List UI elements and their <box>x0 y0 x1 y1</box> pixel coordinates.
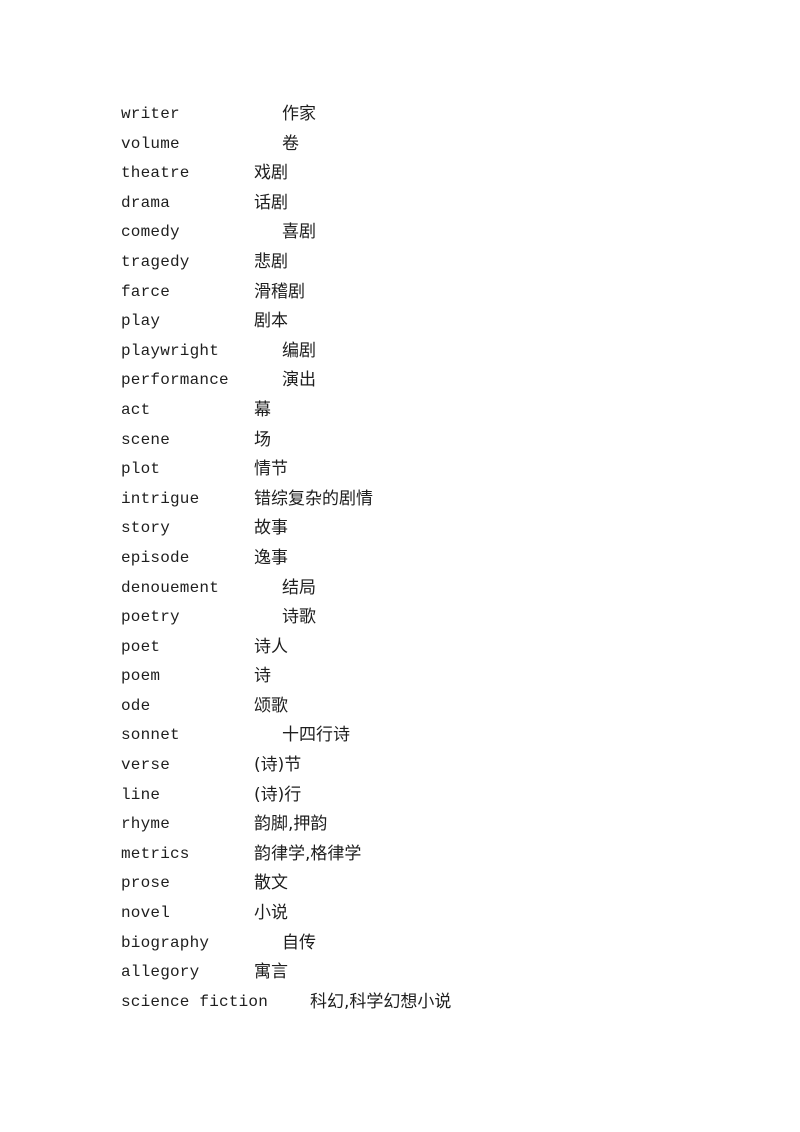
vocab-entry: prose 散文 <box>121 871 621 901</box>
chinese-translation: (诗)行 <box>254 784 302 805</box>
vocab-entry: story 故事 <box>121 516 621 546</box>
chinese-translation: 错综复杂的剧情 <box>254 488 373 509</box>
chinese-translation: 自传 <box>282 932 316 953</box>
english-term: episode <box>121 548 190 567</box>
english-term: poet <box>121 637 161 656</box>
vocab-entry: scene 场 <box>121 428 621 458</box>
english-term: act <box>121 400 151 419</box>
english-term: performance <box>121 371 229 390</box>
document-page: writer 作家 volume 卷 theatre 戏剧 drama 话剧 comedy 喜剧 t… <box>0 0 800 1132</box>
chinese-translation: 幕 <box>254 399 271 420</box>
chinese-translation: 散文 <box>254 873 288 894</box>
vocab-entry: poet 诗人 <box>121 635 621 665</box>
english-term: poem <box>121 667 161 686</box>
english-term: science fiction <box>121 992 269 1011</box>
english-term: farce <box>121 282 171 301</box>
chinese-translation: 剧本 <box>254 311 288 332</box>
vocab-entry: intrigue 错综复杂的剧情 <box>121 487 621 517</box>
chinese-translation: 作家 <box>282 104 316 124</box>
chinese-translation: 演出 <box>282 370 316 391</box>
chinese-translation: 韵律学,格律学 <box>254 843 362 864</box>
vocab-entry: line (诗)行 <box>121 783 621 813</box>
english-term: poetry <box>121 608 180 627</box>
english-term: theatre <box>121 164 190 183</box>
chinese-translation: 滑稽剧 <box>254 281 305 302</box>
chinese-translation: 韵脚,押韵 <box>254 814 328 835</box>
vocab-entry: theatre 戏剧 <box>121 161 621 191</box>
chinese-translation: (诗)节 <box>254 755 302 776</box>
chinese-translation: 寓言 <box>254 962 288 983</box>
vocab-entry: metrics 韵律学,格律学 <box>121 842 621 872</box>
vocab-entry: volume 卷 <box>121 132 621 162</box>
chinese-translation: 科幻,科学幻想小说 <box>310 991 452 1012</box>
english-term: tragedy <box>121 252 190 271</box>
chinese-translation: 悲剧 <box>254 251 288 272</box>
english-term: scene <box>121 430 171 449</box>
vocab-entry: novel 小说 <box>121 901 621 931</box>
english-term: line <box>121 785 161 804</box>
vocab-entry: playwright 编剧 <box>121 339 621 369</box>
vocab-entry: allegory 寓言 <box>121 960 621 990</box>
vocab-entry: science fiction 科幻,科学幻想小说 <box>121 990 621 1020</box>
chinese-translation: 小说 <box>254 903 288 924</box>
english-term: novel <box>121 904 171 923</box>
english-term: rhyme <box>121 815 171 834</box>
vocab-entry: biography 自传 <box>121 931 621 961</box>
english-term: prose <box>121 874 171 893</box>
chinese-translation: 颂歌 <box>254 695 288 716</box>
chinese-translation: 话剧 <box>254 192 288 213</box>
vocab-entry: writer 作家 <box>121 102 621 132</box>
chinese-translation: 情节 <box>254 459 288 480</box>
english-term: ode <box>121 696 151 715</box>
english-term: writer <box>121 105 180 123</box>
chinese-translation: 编剧 <box>282 340 316 361</box>
vocab-entry: performance 演出 <box>121 368 621 398</box>
english-term: metrics <box>121 844 190 863</box>
chinese-translation: 逸事 <box>254 547 288 568</box>
chinese-translation: 喜剧 <box>282 222 316 243</box>
english-term: denouement <box>121 578 220 597</box>
english-term: play <box>121 312 161 331</box>
english-term: comedy <box>121 223 180 242</box>
vocab-entry: act 幕 <box>121 398 621 428</box>
vocab-entry: farce 滑稽剧 <box>121 280 621 310</box>
vocab-entry: verse (诗)节 <box>121 753 621 783</box>
vocab-entry: rhyme 韵脚,押韵 <box>121 812 621 842</box>
english-term: allegory <box>121 963 200 982</box>
vocab-entry: episode 逸事 <box>121 546 621 576</box>
vocab-entry: poem 诗 <box>121 664 621 694</box>
vocab-entry: poetry 诗歌 <box>121 605 621 635</box>
chinese-translation: 场 <box>254 429 271 450</box>
english-term: playwright <box>121 341 220 360</box>
vocab-entry: ode 颂歌 <box>121 694 621 724</box>
english-term: intrigue <box>121 489 200 508</box>
vocab-entry: play 剧本 <box>121 309 621 339</box>
english-term: plot <box>121 460 161 479</box>
english-term: biography <box>121 933 210 952</box>
vocab-entry: comedy 喜剧 <box>121 220 621 250</box>
english-term: volume <box>121 134 180 153</box>
vocab-entry: denouement 结局 <box>121 576 621 606</box>
chinese-translation: 诗 <box>254 666 271 687</box>
chinese-translation: 结局 <box>282 577 316 598</box>
chinese-translation: 诗歌 <box>282 607 316 628</box>
chinese-translation: 故事 <box>254 518 288 539</box>
chinese-translation: 诗人 <box>254 636 288 657</box>
chinese-translation: 十四行诗 <box>282 725 350 746</box>
chinese-translation: 戏剧 <box>254 163 288 184</box>
english-term: story <box>121 519 171 538</box>
vocab-entry: plot 情节 <box>121 457 621 487</box>
vocab-entry: drama 话剧 <box>121 191 621 221</box>
vocabulary-list: writer 作家 volume 卷 theatre 戏剧 drama 话剧 comedy 喜剧 t… <box>121 102 621 1019</box>
english-term: drama <box>121 193 171 212</box>
chinese-translation: 卷 <box>282 133 299 154</box>
vocab-entry: tragedy 悲剧 <box>121 250 621 280</box>
english-term: verse <box>121 756 171 775</box>
vocab-entry: sonnet 十四行诗 <box>121 723 621 753</box>
english-term: sonnet <box>121 726 180 745</box>
